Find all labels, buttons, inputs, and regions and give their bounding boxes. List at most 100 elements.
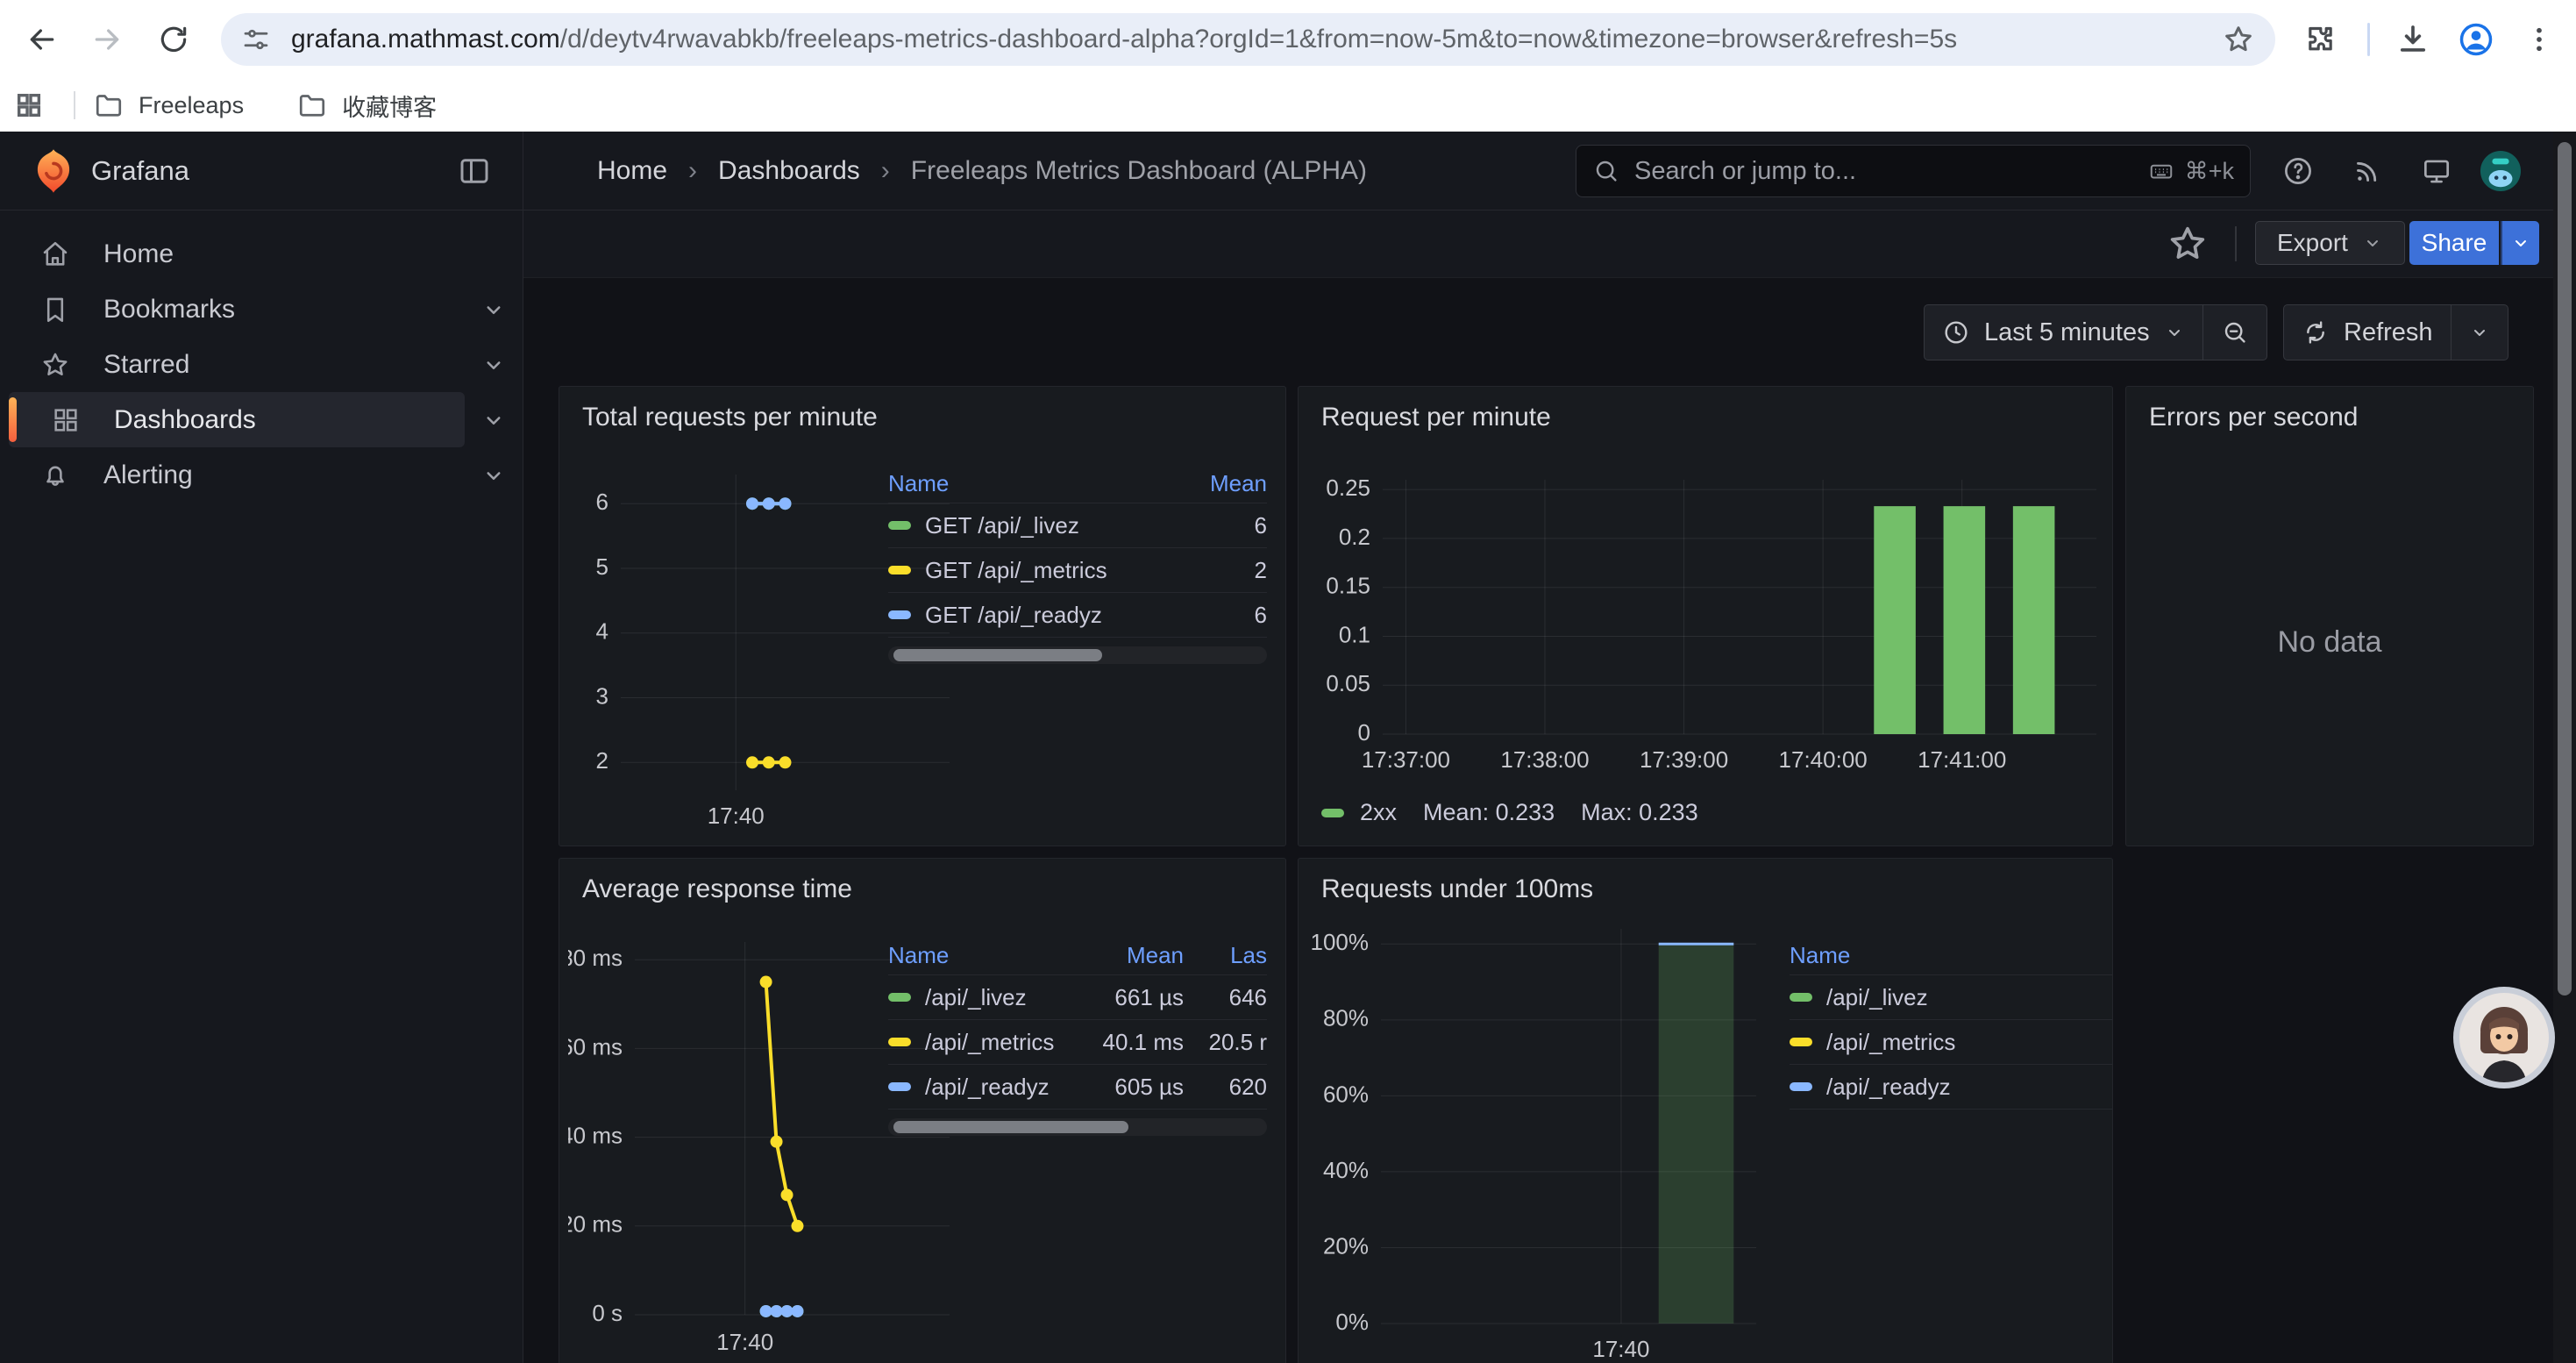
url-text[interactable]: grafana.mathmast.com/d/deytv4rwavabkb/fr… <box>291 25 2221 54</box>
news-rss-icon[interactable] <box>2346 150 2388 192</box>
refresh-button[interactable]: Refresh <box>2284 305 2451 360</box>
svg-text:80%: 80% <box>1323 1005 1369 1031</box>
legend-row[interactable]: GET /api/_livez6 <box>888 503 1267 548</box>
panel-legend-table: NameMeanLas/api/_livez661 µs646/api/_met… <box>888 936 1267 1136</box>
scrollbar-thumb[interactable] <box>893 1121 1128 1133</box>
favorite-star-icon[interactable] <box>2165 221 2210 267</box>
series-name[interactable]: GET /api/_livez <box>925 512 1079 539</box>
series-name[interactable]: /api/_readyz <box>1826 1074 1951 1101</box>
legend-column-header[interactable]: Last * <box>2054 942 2113 969</box>
downloads-icon[interactable] <box>2388 15 2437 64</box>
legend-header: NameMean <box>888 464 1267 503</box>
app-header: Home›Dashboards›Freeleaps Metrics Dashbo… <box>523 132 2576 211</box>
refresh-interval-dropdown[interactable] <box>2451 305 2508 360</box>
series-name[interactable]: /api/_metrics <box>925 1029 1054 1056</box>
search-input[interactable]: Search or jump to... ⌘+k <box>1576 145 2251 197</box>
chart-plot[interactable]: 0.250.20.150.10.05017:37:0017:38:0017:39… <box>1307 438 2107 789</box>
chevron-down-icon[interactable] <box>480 462 507 489</box>
sidebar-item-alerting[interactable]: Alerting <box>9 447 465 503</box>
panel-errors-per-second: Errors per second No data <box>2125 386 2534 846</box>
grafana-logo-icon[interactable] <box>30 147 77 195</box>
bookmark-label: Freeleaps <box>139 92 244 119</box>
chevron-down-icon[interactable] <box>480 296 507 323</box>
bookmark-star-icon[interactable] <box>2221 22 2256 57</box>
legend-column-header[interactable]: Las <box>1184 942 1267 969</box>
panel-title[interactable]: Total requests per minute <box>559 387 1285 432</box>
legend-row[interactable]: /api/_metrics40.1 ms20.5 r <box>888 1020 1267 1065</box>
breadcrumb-item[interactable]: Dashboards <box>718 156 860 186</box>
forward-icon[interactable] <box>79 11 135 68</box>
legend-column-header[interactable]: Mean <box>1166 470 1267 497</box>
legend-row[interactable]: /api/_metrics100% <box>1790 1020 2113 1065</box>
share-dropdown-button[interactable] <box>2501 221 2539 265</box>
svg-text:0.1: 0.1 <box>1339 621 1370 647</box>
legend-column-header[interactable]: Name <box>1790 942 2054 969</box>
legend-row[interactable]: GET /api/_metrics2 <box>888 548 1267 593</box>
legend-stat: Max: 0.233 <box>1581 799 1698 826</box>
apps-grid-icon[interactable] <box>14 90 44 120</box>
time-range-picker[interactable]: Last 5 minutes <box>1925 305 2202 360</box>
series-name[interactable]: GET /api/_readyz <box>925 602 1102 629</box>
series-value: 620 <box>1184 1074 1267 1101</box>
bookmark-folder[interactable]: Freeleaps <box>93 89 244 121</box>
legend-column-header[interactable]: Name <box>888 942 1074 969</box>
panel-title[interactable]: Errors per second <box>2126 387 2533 432</box>
zoom-out-button[interactable] <box>2203 305 2266 360</box>
user-avatar[interactable] <box>2480 150 2522 192</box>
legend-row[interactable]: /api/_readyz605 µs620 <box>888 1065 1267 1110</box>
sidebar-item-bookmarks[interactable]: Bookmarks <box>9 282 465 337</box>
sidebar-item-home[interactable]: Home <box>9 226 465 282</box>
legend-row[interactable]: GET /api/_readyz6 <box>888 593 1267 638</box>
panel-title[interactable]: Average response time <box>559 859 1285 904</box>
svg-text:6: 6 <box>596 489 608 515</box>
legend-column-header[interactable]: Mean <box>1074 942 1184 969</box>
legend-scrollbar[interactable] <box>888 646 1267 664</box>
bookmarks-list: Freeleaps 收藏博客 <box>93 79 437 132</box>
grafana-app: Grafana HomeBookmarksStarredDashboardsAl… <box>0 132 2576 1363</box>
panel-title[interactable]: Request per minute <box>1299 387 2112 432</box>
scrollbar-thumb[interactable] <box>893 649 1102 661</box>
legend-scrollbar[interactable] <box>888 1118 1267 1136</box>
help-icon[interactable] <box>2277 150 2319 192</box>
floating-avatar[interactable] <box>2451 985 2557 1090</box>
bookmarks-bar: Freeleaps 收藏博客 <box>0 79 2576 132</box>
breadcrumb-item[interactable]: Home <box>597 156 667 186</box>
chevron-down-icon[interactable] <box>480 352 507 378</box>
series-name[interactable]: /api/_metrics <box>1826 1029 1955 1056</box>
sidebar: Grafana HomeBookmarksStarredDashboardsAl… <box>0 132 523 1363</box>
menu-kebab-icon[interactable] <box>2515 15 2564 64</box>
chart-plot[interactable]: 100%80%60%40%20%0%17:40 <box>1307 911 1772 1363</box>
extensions-icon[interactable] <box>2295 15 2345 64</box>
series-name[interactable]: GET /api/_metrics <box>925 557 1107 584</box>
address-bar[interactable]: grafana.mathmast.com/d/deytv4rwavabkb/fr… <box>221 13 2275 66</box>
sidebar-item-starred[interactable]: Starred <box>9 337 465 392</box>
back-icon[interactable] <box>14 11 70 68</box>
reload-icon[interactable] <box>146 11 202 68</box>
legend-row[interactable]: /api/_readyz 100% <box>1790 1065 2113 1110</box>
scrollbar-thumb[interactable] <box>2558 142 2572 995</box>
legend-row[interactable]: /api/_livez661 µs646 <box>888 975 1267 1020</box>
series-swatch <box>888 1038 911 1046</box>
svg-text:17:40:00: 17:40:00 <box>1779 746 1868 773</box>
sidebar-item-dashboards[interactable]: Dashboards <box>9 392 465 447</box>
breadcrumb-item[interactable]: Freeleaps Metrics Dashboard (ALPHA) <box>911 156 1367 186</box>
chevron-down-icon[interactable] <box>480 407 507 433</box>
panel-title[interactable]: Requests under 100ms <box>1299 859 2112 904</box>
series-name[interactable]: /api/_readyz <box>925 1074 1050 1101</box>
panel-requests-under-100ms: Requests under 100ms 100%80%60%40%20%0%1… <box>1298 858 2113 1363</box>
series-name[interactable]: 2xx <box>1360 799 1397 826</box>
site-settings-icon[interactable] <box>240 24 272 55</box>
bookmark-folder[interactable]: 收藏博客 <box>296 89 437 123</box>
legend-column-header[interactable]: Name <box>888 470 1166 497</box>
profile-icon[interactable] <box>2451 15 2501 64</box>
kiosk-monitor-icon[interactable] <box>2416 150 2458 192</box>
series-value: 100% <box>2054 1074 2113 1101</box>
share-button[interactable]: Share <box>2409 221 2499 265</box>
dock-menu-icon[interactable] <box>456 153 493 189</box>
export-button[interactable]: Export <box>2255 221 2405 265</box>
chevron-down-icon <box>2164 322 2185 343</box>
dashboard-toolbar: Export Share <box>523 211 2576 278</box>
series-name[interactable]: /api/_livez <box>925 984 1027 1011</box>
series-name[interactable]: /api/_livez <box>1826 984 1928 1011</box>
legend-row[interactable]: /api/_livez100% <box>1790 975 2113 1020</box>
